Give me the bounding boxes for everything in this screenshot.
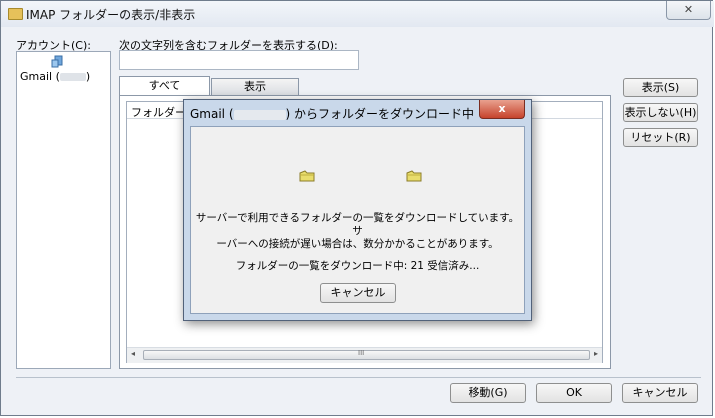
- account-item-prefix: Gmail (: [20, 70, 60, 83]
- dialog-title: Gmail ( ) からフォルダーをダウンロード中: [190, 105, 474, 122]
- account-item-suffix: ): [85, 70, 91, 83]
- column-header-folder[interactable]: フォルダー: [131, 104, 186, 120]
- dialog-cancel-button[interactable]: キャンセル: [320, 283, 396, 303]
- dialog-title-suffix: ) からフォルダーをダウンロード中: [285, 107, 475, 121]
- dialog-status: フォルダーの一覧をダウンロード中: 21 受信済み...: [235, 260, 480, 272]
- hide-button[interactable]: 表示しない(H): [623, 103, 698, 122]
- redacted-address: [233, 109, 286, 120]
- title-bar: IMAP フォルダーの表示/非表示 ✕: [1, 1, 714, 27]
- folder-destination-icon: [406, 170, 422, 182]
- filter-input[interactable]: [119, 50, 359, 70]
- scroll-thumb[interactable]: III: [143, 349, 590, 360]
- account-list[interactable]: Gmail (): [16, 51, 111, 369]
- show-button[interactable]: 表示(S): [623, 78, 698, 97]
- scroll-right-arrow-icon[interactable]: ▸: [594, 349, 598, 358]
- dialog-message: サーバーで利用できるフォルダーの一覧をダウンロードしています。サ ーバーへの接続…: [191, 212, 524, 251]
- account-icon: [51, 55, 63, 68]
- horizontal-scrollbar[interactable]: ◂ III ▸: [127, 347, 602, 363]
- tab-all[interactable]: すべて: [119, 76, 210, 96]
- redacted-address: [59, 73, 86, 81]
- tab-shown[interactable]: 表示: [211, 78, 299, 95]
- scroll-left-arrow-icon[interactable]: ◂: [131, 349, 135, 358]
- dialog-message-line1: サーバーで利用できるフォルダーの一覧をダウンロードしています。サ: [195, 212, 520, 237]
- scroll-grip-icon: III: [358, 349, 365, 357]
- folder-source-icon: [299, 170, 315, 182]
- cancel-button[interactable]: キャンセル: [622, 383, 698, 403]
- download-dialog: Gmail ( ) からフォルダーをダウンロード中 x サーバーで利用できるフォル…: [183, 99, 532, 321]
- dialog-title-prefix: Gmail (: [190, 107, 234, 121]
- dialog-close-button[interactable]: x: [479, 100, 525, 119]
- account-item-gmail[interactable]: Gmail (): [20, 70, 90, 83]
- folder-icon: [8, 8, 23, 20]
- dialog-message-line2: ーバーへの接続が遅い場合は、数分かかることがあります。: [216, 238, 499, 250]
- window-title: IMAP フォルダーの表示/非表示: [26, 8, 196, 22]
- ok-button[interactable]: OK: [536, 383, 612, 403]
- move-button[interactable]: 移動(G): [450, 383, 526, 403]
- window-close-button[interactable]: ✕: [666, 1, 711, 20]
- reset-button[interactable]: リセット(R): [623, 128, 698, 147]
- separator: [16, 377, 701, 378]
- dialog-body: サーバーで利用できるフォルダーの一覧をダウンロードしています。サ ーバーへの接続…: [190, 126, 525, 314]
